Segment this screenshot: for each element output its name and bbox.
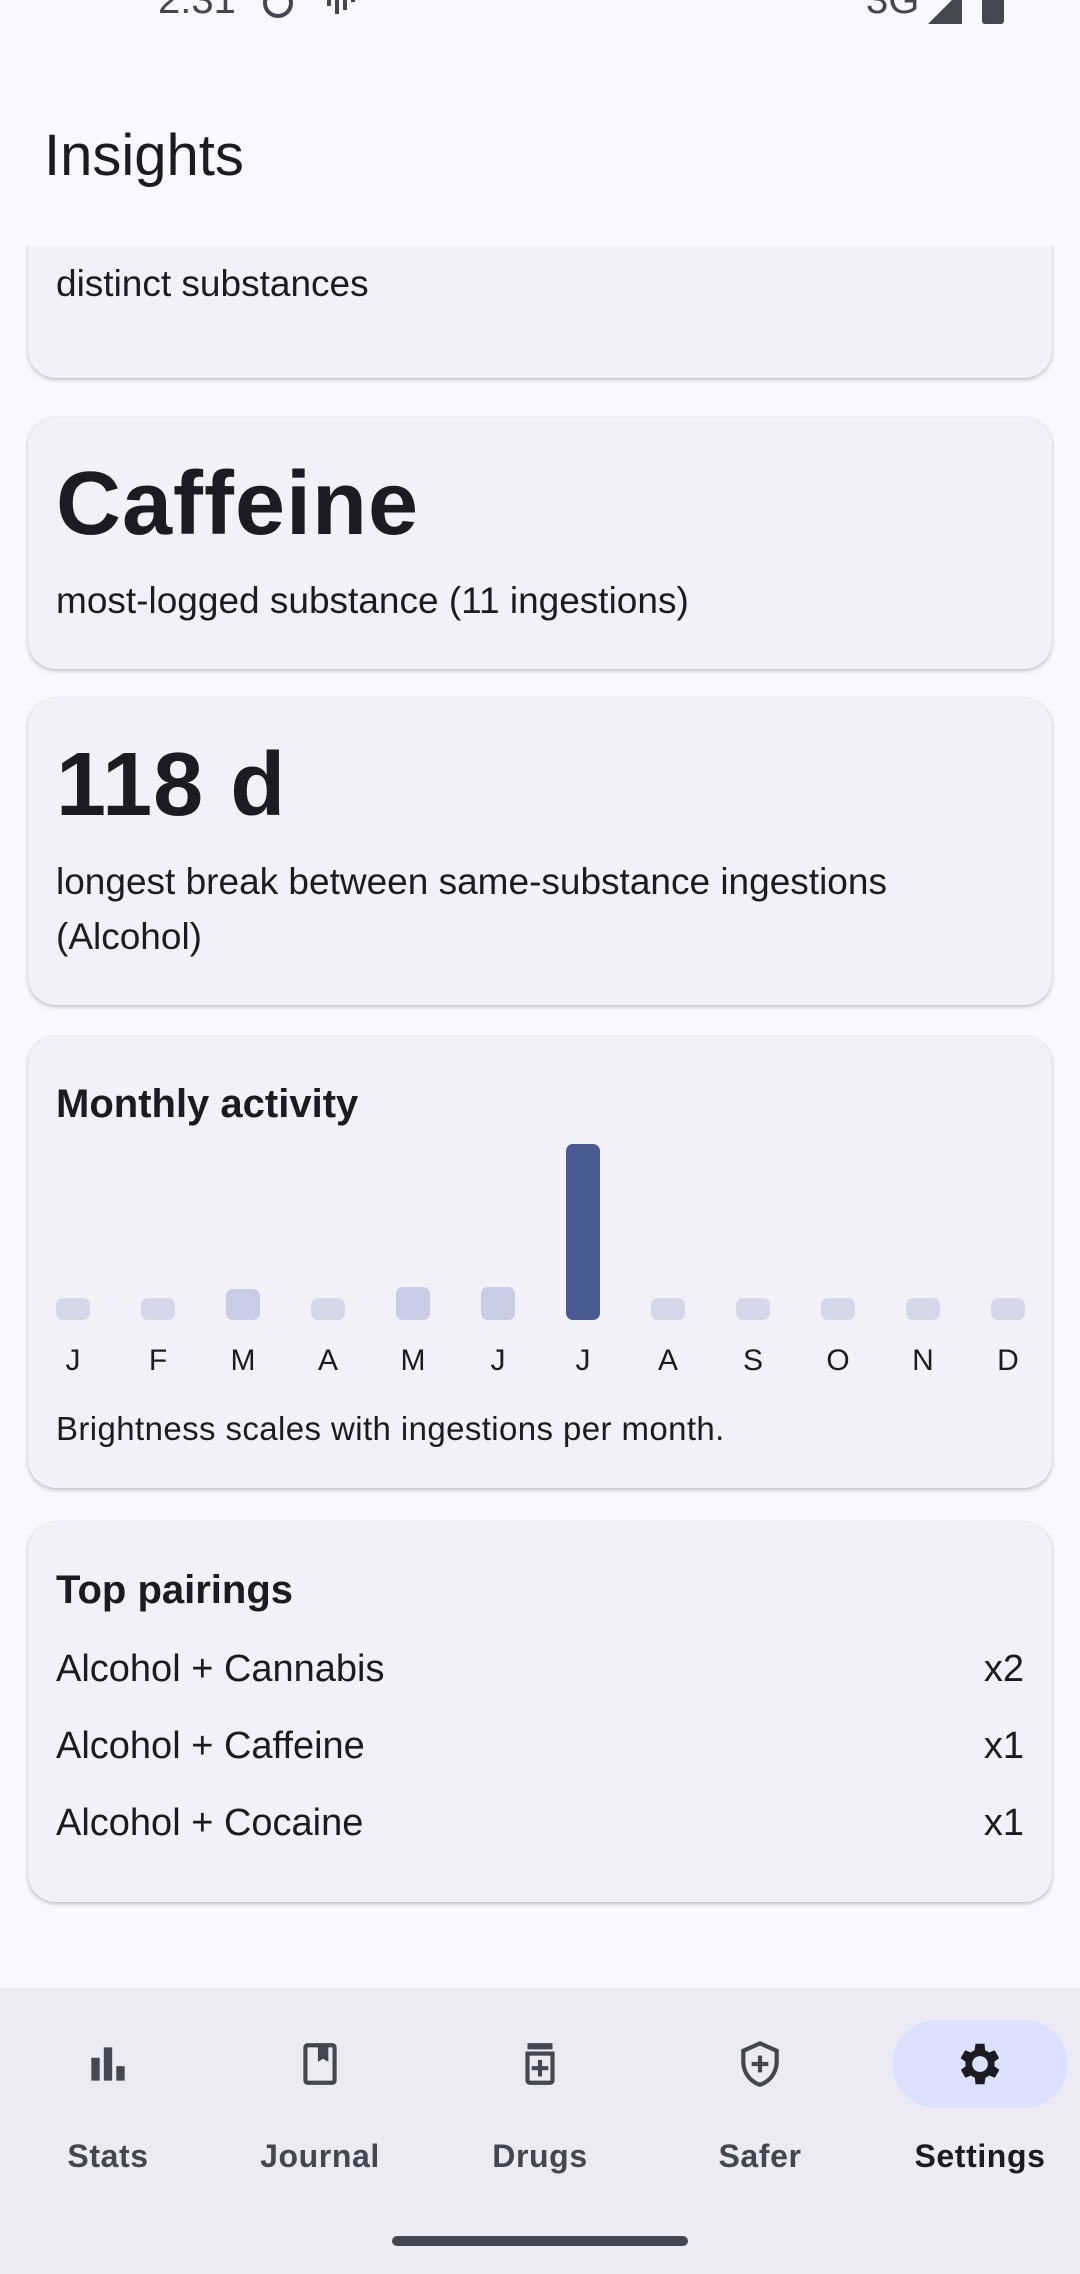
longest-break-caption-line1: longest break between same-substance ing…	[56, 861, 887, 902]
longest-break-value: 118 d	[56, 735, 287, 835]
longest-break-card: 118 d longest break between same-substan…	[28, 698, 1052, 1005]
month-label: A	[317, 1344, 338, 1377]
nav-label-journal: Journal	[260, 2138, 380, 2174]
monthly-activity-note: Brightness scales with ingestions per mo…	[56, 1410, 725, 1447]
nav-item-safer[interactable]: Safer	[652, 1988, 868, 2188]
month-label: A	[657, 1344, 678, 1377]
month-bar	[991, 1298, 1025, 1320]
month-label: J	[490, 1344, 506, 1377]
month-bar	[226, 1289, 260, 1320]
month-bar-column	[141, 1144, 175, 1320]
month-bar-column	[56, 1144, 90, 1320]
month-label: M	[230, 1344, 256, 1377]
pairing-row: Alcohol + Cocaine x1	[56, 1802, 1024, 1862]
pairing-count: x2	[983, 1648, 1024, 1690]
pairing-name: Alcohol + Cannabis	[56, 1648, 385, 1690]
audio-icon	[327, 0, 355, 14]
bar-chart-icon	[91, 2047, 125, 2081]
nav-item-settings[interactable]: Settings	[872, 1988, 1080, 2188]
month-label: F	[148, 1344, 168, 1377]
monthly-activity-card: Monthly activity J F M A M J J A S O N D Brightness…	[28, 1036, 1052, 1488]
month-bar-column	[396, 1144, 430, 1320]
top-pairings-card: Top pairings Alcohol + Cannabis x2 Alcoh…	[28, 1522, 1052, 1902]
month-bar-column	[736, 1144, 770, 1320]
nav-item-drugs[interactable]: Drugs	[432, 1988, 648, 2188]
signal-icon	[928, 0, 962, 24]
distinct-count-caption: distinct substances	[56, 263, 369, 304]
pairing-row: Alcohol + Caffeine x1	[56, 1725, 1024, 1785]
month-bar-column	[821, 1144, 855, 1320]
longest-break-caption-line2: (Alcohol)	[56, 916, 202, 957]
nav-label-settings: Settings	[914, 2138, 1046, 2174]
nav-label-safer: Safer	[718, 2138, 802, 2174]
month-bar	[56, 1298, 90, 1320]
status-time: 2:31	[158, 0, 236, 22]
month-bar	[311, 1298, 345, 1320]
bottom-navigation: Stats Journal Drugs Safer Settings	[0, 1988, 1080, 2274]
month-bar-column	[651, 1144, 685, 1320]
monthly-activity-title: Monthly activity	[56, 1082, 359, 1126]
month-bar	[481, 1286, 515, 1320]
month-bar	[396, 1286, 430, 1320]
nav-label-drugs: Drugs	[492, 2138, 588, 2174]
pairing-count: x1	[983, 1802, 1024, 1844]
most-logged-caption: most-logged substance (11 ingestions)	[56, 580, 689, 621]
month-label: J	[65, 1344, 81, 1377]
notification-icon	[263, 0, 293, 18]
shield-plus-icon	[741, 2041, 779, 2087]
month-bar	[906, 1298, 940, 1320]
book-icon	[303, 2043, 337, 2085]
month-bar	[651, 1298, 685, 1320]
month-bar	[736, 1298, 770, 1320]
month-label: M	[400, 1344, 426, 1377]
gesture-bar[interactable]	[392, 2236, 688, 2246]
battery-icon	[982, 0, 1004, 24]
most-logged-card: Caffeine most-logged substance (11 inges…	[28, 417, 1052, 669]
nav-item-journal[interactable]: Journal	[212, 1988, 428, 2188]
month-label: S	[742, 1344, 763, 1377]
pairing-count: x1	[983, 1725, 1024, 1767]
nav-label-stats: Stats	[67, 2138, 149, 2174]
longest-break-caption: longest break between same-substance ing…	[56, 854, 887, 964]
pill-bottle-icon	[525, 2043, 555, 2085]
monthly-activity-chart: JFMAMJJASOND	[56, 1144, 1028, 1378]
insights-list[interactable]: 9 distinct substances Caffeine most-logg…	[0, 246, 1080, 1988]
month-bar-column	[311, 1144, 345, 1320]
month-bar-column	[906, 1144, 940, 1320]
month-bar	[821, 1298, 855, 1320]
network-type: 3G	[866, 0, 920, 22]
status-bar: 2:31 3G	[0, 0, 1080, 40]
top-pairings-title: Top pairings	[56, 1568, 294, 1612]
pairing-name: Alcohol + Caffeine	[56, 1725, 365, 1767]
month-bar-column	[481, 1144, 515, 1320]
distinct-substances-card: 9 distinct substances	[28, 246, 1052, 378]
nav-item-stats[interactable]: Stats	[0, 1988, 216, 2188]
month-label: J	[575, 1344, 591, 1377]
gear-icon	[960, 2043, 1000, 2085]
month-label: O	[826, 1344, 850, 1377]
month-bar-column	[226, 1144, 260, 1320]
pairing-name: Alcohol + Cocaine	[56, 1802, 364, 1844]
month-label: D	[997, 1344, 1019, 1377]
most-logged-value: Caffeine	[56, 454, 420, 554]
month-bar-column	[566, 1144, 600, 1320]
month-label: N	[912, 1344, 934, 1377]
month-bar-column	[991, 1144, 1025, 1320]
page-title: Insights	[44, 123, 244, 188]
pairing-row: Alcohol + Cannabis x2	[56, 1648, 1024, 1708]
month-bar	[141, 1298, 175, 1320]
month-bar	[566, 1144, 600, 1320]
